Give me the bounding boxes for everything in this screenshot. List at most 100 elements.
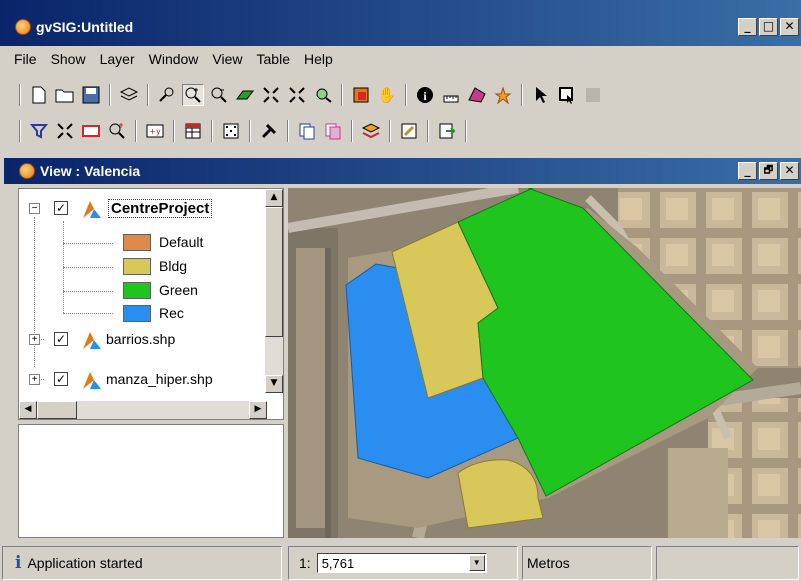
toolbar-separator [427, 120, 429, 142]
measure-area-icon[interactable] [466, 84, 488, 106]
hyperlink-icon[interactable] [492, 84, 514, 106]
save-icon[interactable] [80, 84, 102, 106]
toolbar-separator [389, 120, 391, 142]
toolbar-separator [405, 84, 407, 106]
add-layer-icon[interactable] [118, 84, 140, 106]
toolbar-overflow-icon[interactable] [582, 84, 604, 106]
table-icon[interactable] [182, 120, 204, 142]
tree-line [63, 267, 113, 268]
edit-layer-icon[interactable] [398, 120, 420, 142]
raster-icon[interactable] [220, 120, 242, 142]
minimize-button[interactable]: _ [738, 18, 757, 36]
add-event-layer-icon[interactable]: +y [144, 120, 166, 142]
info-icon[interactable]: i [414, 84, 436, 106]
gvsig-logo-icon [15, 19, 31, 35]
maximize-button[interactable]: □ [759, 18, 778, 36]
zoom-out-icon[interactable] [208, 84, 230, 106]
chevron-down-icon[interactable]: ▼ [468, 555, 485, 571]
layer-name: CentreProject [108, 198, 213, 218]
legend-label: Bldg [159, 258, 188, 274]
legend-item-green: Green [123, 279, 198, 301]
layer-row-manza-hiper[interactable]: + ✓ manza_hiper.shp [29, 368, 269, 390]
scroll-up-button[interactable]: ▲ [265, 189, 283, 207]
menu-layer[interactable]: Layer [100, 51, 135, 67]
toc-vertical-scrollbar[interactable]: ▲ ▼ [265, 189, 283, 393]
view-restore-button[interactable]: 🗗 [759, 162, 778, 180]
tree-line [63, 243, 113, 244]
scroll-thumb[interactable] [37, 401, 77, 419]
copy-layer-icon[interactable] [296, 120, 318, 142]
open-folder-icon[interactable] [54, 84, 76, 106]
scale-value: 5,761 [321, 555, 355, 571]
paste-layer-icon[interactable] [322, 120, 344, 142]
layer-visibility-checkbox[interactable]: ✓ [54, 201, 68, 215]
scroll-thumb[interactable] [265, 207, 283, 337]
close-button[interactable]: ✕ [780, 18, 799, 36]
vector-layer-icon [82, 330, 101, 349]
zoom-full-extent-icon[interactable] [260, 84, 282, 106]
select-by-rectangle-icon[interactable] [80, 120, 102, 142]
toc-horizontal-scrollbar[interactable]: ◀ ▶ [19, 401, 267, 419]
menu-view[interactable]: View [212, 51, 242, 67]
zoom-previous-icon[interactable] [156, 84, 178, 106]
map-canvas[interactable] [288, 188, 801, 538]
layer-name: barrios.shp [106, 331, 176, 347]
view-close-button[interactable]: ✕ [780, 162, 799, 180]
zoom-to-layer-icon[interactable] [234, 84, 256, 106]
layer-visibility-checkbox[interactable]: ✓ [54, 332, 68, 346]
units-label: Metros [527, 555, 570, 571]
layer-row-centreproject[interactable]: − ✓ CentreProject [29, 197, 257, 219]
overview-map-panel[interactable] [18, 424, 284, 538]
menu-file[interactable]: File [14, 51, 37, 67]
collapse-toggle[interactable]: − [29, 202, 40, 214]
geoprocessing-icon[interactable] [360, 120, 382, 142]
legend-swatch [123, 257, 151, 275]
status-message: Application started [27, 555, 143, 571]
info-icon: i [15, 553, 22, 573]
menu-bar: File Show Layer Window View Table Help [0, 46, 801, 72]
zoom-to-selected-icon[interactable] [54, 120, 76, 142]
expand-toggle[interactable]: + [29, 333, 40, 345]
filter-icon[interactable] [28, 120, 50, 142]
zoom-select-icon[interactable] [106, 120, 128, 142]
select-arrow-icon[interactable] [530, 84, 552, 106]
layer-visibility-checkbox[interactable]: ✓ [54, 372, 68, 386]
toolbar-separator [341, 84, 343, 106]
select-rectangle-icon[interactable] [556, 84, 578, 106]
tree-line [63, 291, 113, 292]
scroll-left-button[interactable]: ◀ [19, 401, 37, 419]
scale-combo[interactable]: 5,761 ▼ [316, 553, 487, 573]
vector-layer-icon [82, 370, 101, 389]
view-minimize-button[interactable]: _ [738, 162, 757, 180]
tree-line [63, 313, 113, 314]
main-toolbar: ✋ i [0, 80, 801, 110]
zoom-expand-icon[interactable] [286, 84, 308, 106]
menu-show[interactable]: Show [51, 51, 86, 67]
toolbar-separator [19, 84, 21, 106]
legend-label: Green [159, 282, 198, 298]
zoom-in-icon[interactable] [182, 84, 204, 106]
vector-layer-icon [82, 199, 101, 218]
expand-toggle[interactable]: + [29, 373, 40, 385]
units-cell: Metros [522, 546, 652, 580]
tools-icon[interactable] [258, 120, 280, 142]
legend-item-default: Default [123, 231, 203, 253]
menu-window[interactable]: Window [149, 51, 199, 67]
menu-table[interactable]: Table [257, 51, 290, 67]
export-icon[interactable] [436, 120, 458, 142]
app-title: gvSIG:Untitled [36, 19, 134, 35]
pan-hand-icon[interactable]: ✋ [376, 84, 398, 106]
measure-distance-icon[interactable] [440, 84, 462, 106]
layer-row-barrios[interactable]: + ✓ barrios.shp [29, 328, 257, 350]
zoom-to-selection-icon[interactable] [312, 84, 334, 106]
toolbar-separator [351, 120, 353, 142]
legend-label: Default [159, 234, 204, 250]
toolbar-separator [249, 120, 251, 142]
toolbar-separator [521, 84, 523, 106]
scroll-right-button[interactable]: ▶ [249, 401, 267, 419]
new-document-icon[interactable] [28, 84, 50, 106]
locator-map-icon[interactable] [350, 84, 372, 106]
scroll-down-button[interactable]: ▼ [265, 375, 283, 393]
scale-cell: 1: 5,761 ▼ [288, 546, 518, 580]
menu-help[interactable]: Help [304, 51, 333, 67]
